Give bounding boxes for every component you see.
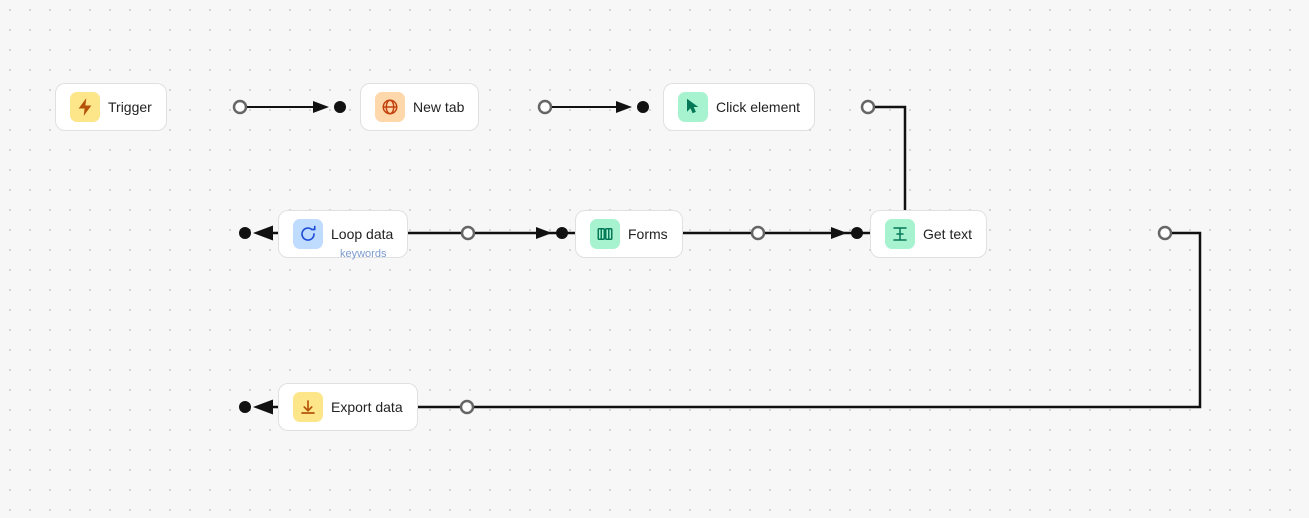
gettext-icon: [885, 219, 915, 249]
click-label: Click element: [716, 99, 800, 115]
loopdata-icon: [293, 219, 323, 249]
trigger-node[interactable]: Trigger: [55, 83, 167, 131]
gettext-label: Get text: [923, 226, 972, 242]
trigger-label: Trigger: [108, 99, 152, 115]
exportdata-label: Export data: [331, 399, 403, 415]
forms-label: Forms: [628, 226, 668, 242]
forms-icon: [590, 219, 620, 249]
gettext-node[interactable]: Get text: [870, 210, 987, 258]
connectors-svg: [0, 0, 1309, 518]
trigger-icon: [70, 92, 100, 122]
click-node[interactable]: Click element: [663, 83, 815, 131]
click-icon: [678, 92, 708, 122]
workflow-canvas: Trigger New tab Click element Lo: [0, 0, 1309, 518]
forms-node[interactable]: Forms: [575, 210, 683, 258]
loopdata-sublabel: keywords: [340, 248, 386, 260]
exportdata-node[interactable]: Export data: [278, 383, 418, 431]
newtab-label: New tab: [413, 99, 464, 115]
newtab-icon: [375, 92, 405, 122]
loopdata-label: Loop data: [331, 226, 393, 242]
newtab-node[interactable]: New tab: [360, 83, 479, 131]
exportdata-icon: [293, 392, 323, 422]
